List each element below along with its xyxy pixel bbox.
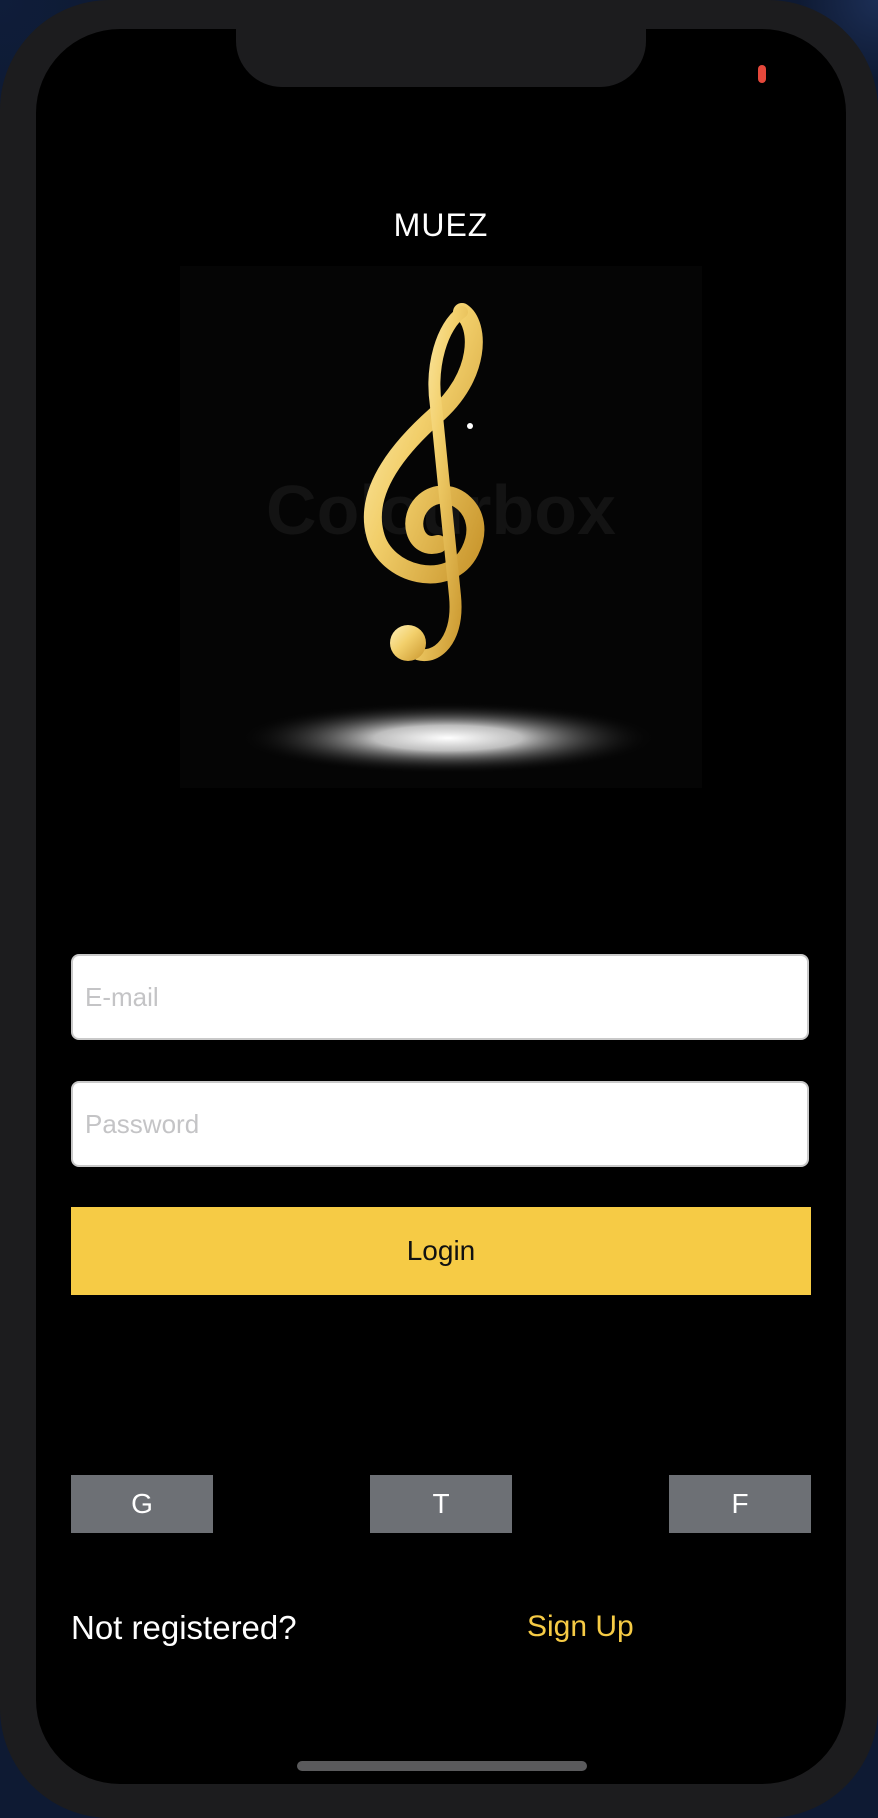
hero-image: Colourbox [180,266,702,788]
password-field[interactable] [71,1081,809,1167]
password-input[interactable] [73,1083,807,1165]
signup-link[interactable]: Sign Up [527,1610,634,1644]
sparkle-icon [467,423,473,429]
home-indicator[interactable] [297,1761,587,1771]
google-login-button[interactable]: G [71,1475,213,1533]
email-field[interactable] [71,954,809,1040]
spotlight-glow [238,702,658,774]
app-screen: MUEZ Colourbox E-mail Login G T F Not re… [36,29,846,1784]
device-notch [236,29,646,87]
twitter-login-button[interactable]: T [370,1475,512,1533]
email-input[interactable] [73,956,807,1038]
login-button[interactable]: Login [71,1207,811,1295]
not-registered-label: Not registered? [71,1609,297,1646]
phone-frame: MUEZ Colourbox E-mail Login G T F Not re… [0,0,878,1818]
facebook-login-button[interactable]: F [669,1475,811,1533]
app-title: MUEZ [393,207,489,243]
status-indicator [758,65,766,83]
